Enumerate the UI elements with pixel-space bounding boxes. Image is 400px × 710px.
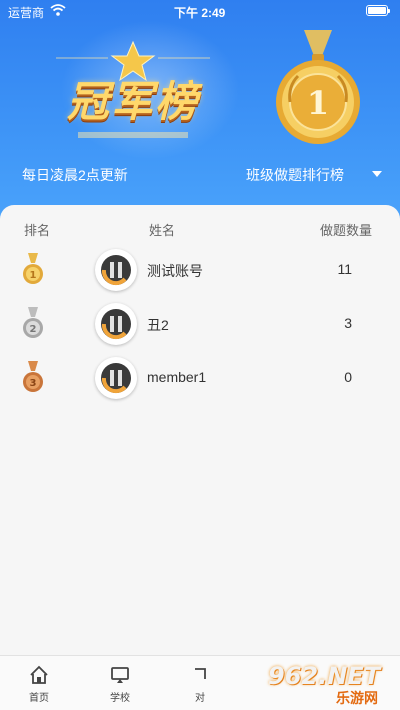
banner-title: 冠军榜 — [66, 77, 199, 126]
status-bar: 运营商 下午 2:49 — [0, 0, 400, 22]
svg-text:3: 3 — [30, 378, 37, 389]
avatar — [95, 249, 137, 291]
carrier-label: 运营商 — [8, 6, 45, 20]
watermark-number: 962.NET — [268, 662, 381, 690]
bronze-medal-icon: 3 — [23, 361, 43, 392]
site-watermark: 962.NET 乐游网 — [258, 660, 398, 708]
tab-match[interactable]: 对 — [170, 656, 230, 710]
avatar — [95, 303, 137, 345]
tab-school-label: 学校 — [110, 693, 130, 704]
table-row[interactable]: 3 member1 0 — [0, 353, 400, 407]
user-name: 丑2 — [147, 317, 169, 333]
update-note: 每日凌晨2点更新 — [22, 167, 128, 183]
battery-icon — [366, 5, 390, 16]
column-header-count: 做题数量 — [320, 223, 373, 238]
ranking-header: 运营商 下午 2:49 冠军榜 1 每日凌晨2点更新 班级做题排行榜 — [0, 0, 400, 222]
tab-home[interactable]: 首页 — [9, 656, 69, 710]
svg-text:1: 1 — [30, 270, 37, 281]
user-name: member1 — [147, 369, 207, 385]
silver-medal-icon: 2 — [23, 307, 43, 338]
school-icon — [111, 667, 129, 683]
wifi-icon — [50, 4, 66, 16]
tab-match-label: 对 — [195, 693, 205, 704]
tab-school[interactable]: 学校 — [90, 656, 150, 710]
question-count: 3 — [344, 315, 352, 331]
gold-medal-icon: 1 — [23, 253, 43, 284]
table-row[interactable]: 2 丑2 3 — [0, 299, 400, 353]
svg-text:2: 2 — [30, 324, 37, 335]
question-count: 0 — [344, 369, 352, 385]
clock: 下午 2:49 — [174, 6, 226, 20]
gold-trophy-medal-icon: 1 — [276, 30, 360, 144]
column-header-name: 姓名 — [149, 223, 176, 238]
watermark-text: 乐游网 — [336, 690, 378, 706]
home-icon — [30, 665, 48, 684]
avatar — [95, 357, 137, 399]
user-name: 测试账号 — [147, 263, 203, 279]
ranking-type-label: 班级做题排行榜 — [246, 167, 344, 183]
column-header-rank: 排名 — [24, 223, 51, 238]
ranking-list: 排名 姓名 做题数量 1 测试账号 11 2 丑2 3 3 member1 0 — [0, 205, 400, 655]
medal-number: 1 — [307, 84, 329, 122]
tab-home-label: 首页 — [29, 693, 49, 704]
match-icon — [195, 668, 206, 679]
table-row[interactable]: 1 测试账号 11 — [0, 245, 400, 299]
question-count: 11 — [337, 261, 352, 277]
chevron-down-icon — [372, 171, 382, 177]
champion-banner-logo: 冠军榜 — [38, 40, 228, 150]
ranking-type-dropdown[interactable]: 班级做题排行榜 — [246, 165, 382, 185]
